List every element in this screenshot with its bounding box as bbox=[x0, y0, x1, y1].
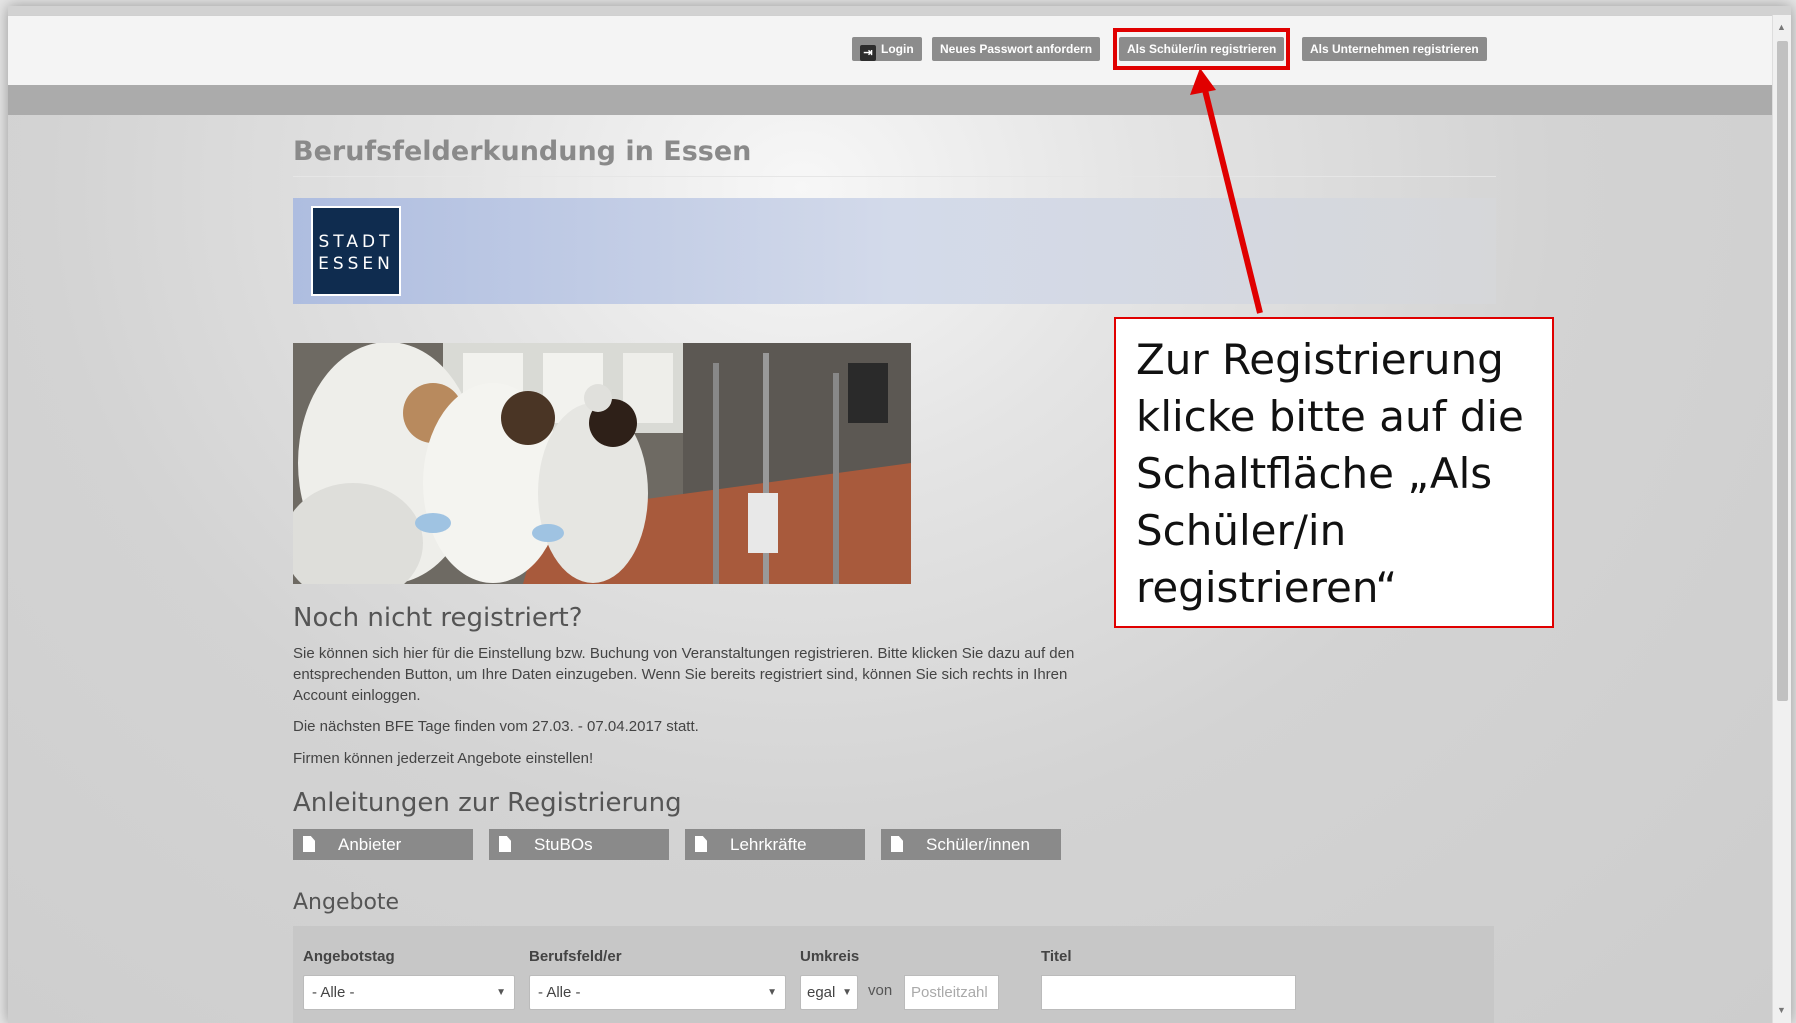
stadt-essen-logo: STADT ESSEN bbox=[311, 206, 401, 296]
document-icon bbox=[499, 836, 511, 852]
scroll-thumb[interactable] bbox=[1777, 41, 1788, 701]
logo-line1: STADT bbox=[318, 232, 394, 252]
register-student-highlight bbox=[1113, 28, 1290, 70]
scroll-up-icon[interactable]: ▲ bbox=[1777, 22, 1786, 32]
document-icon bbox=[303, 836, 315, 852]
scroll-down-icon[interactable]: ▼ bbox=[1777, 1005, 1786, 1015]
chevron-down-icon: ▼ bbox=[842, 987, 852, 998]
chevron-down-icon: ▼ bbox=[496, 987, 506, 998]
login-icon: ⇥ bbox=[860, 45, 876, 61]
login-button[interactable]: ⇥ Login bbox=[852, 37, 922, 61]
companies-note: Firmen können jederzeit Angebote einstel… bbox=[293, 750, 594, 767]
reset-password-button[interactable]: Neues Passwort anfordern bbox=[932, 37, 1101, 61]
lab-photo bbox=[293, 343, 911, 584]
radius-label: Umkreis bbox=[800, 948, 860, 965]
guide-lehrkraefte-button[interactable]: Lehrkräfte bbox=[685, 829, 865, 860]
register-company-label: Als Unternehmen registrieren bbox=[1310, 42, 1479, 56]
guide-label: Anbieter bbox=[338, 835, 402, 854]
offer-day-value: - Alle - bbox=[312, 984, 355, 1001]
von-label: von bbox=[868, 982, 893, 999]
guide-anbieter-button[interactable]: Anbieter bbox=[293, 829, 473, 860]
chevron-down-icon: ▼ bbox=[767, 987, 777, 998]
city-banner: STADT ESSEN bbox=[293, 198, 1496, 304]
postcode-input[interactable]: Postleitzahl bbox=[904, 975, 999, 1010]
job-field-value: - Alle - bbox=[538, 984, 581, 1001]
reset-password-label: Neues Passwort anfordern bbox=[940, 42, 1093, 56]
intro-paragraph: Sie können sich hier für die Einstellung… bbox=[293, 645, 1075, 704]
radius-value: egal bbox=[807, 984, 836, 1001]
guide-schueler-button[interactable]: Schüler/innen bbox=[881, 829, 1061, 860]
guide-label: Lehrkräfte bbox=[730, 835, 807, 854]
guide-label: StuBOs bbox=[534, 835, 593, 854]
page-title: Berufsfelderkundung in Essen bbox=[293, 136, 752, 167]
scrollbar[interactable]: ▲ ▼ bbox=[1772, 15, 1791, 1023]
guide-stubos-button[interactable]: StuBOs bbox=[489, 829, 669, 860]
title-input[interactable] bbox=[1041, 975, 1296, 1010]
nav-strip bbox=[8, 85, 1772, 115]
offer-day-label: Angebotstag bbox=[303, 948, 395, 965]
register-company-button[interactable]: Als Unternehmen registrieren bbox=[1302, 37, 1487, 61]
instruction-callout: Zur Registrierung klicke bitte auf die S… bbox=[1114, 317, 1554, 628]
job-field-select[interactable]: - Alle - ▼ bbox=[529, 975, 786, 1010]
job-field-label: Berufsfeld/er bbox=[529, 948, 622, 965]
not-registered-heading: Noch nicht registriert? bbox=[293, 603, 583, 633]
title-label: Titel bbox=[1041, 948, 1072, 965]
login-label: Login bbox=[881, 42, 914, 56]
document-icon bbox=[891, 836, 903, 852]
guide-label: Schüler/innen bbox=[926, 835, 1030, 854]
offer-day-select[interactable]: - Alle - ▼ bbox=[303, 975, 515, 1010]
logo-line2: ESSEN bbox=[318, 254, 394, 274]
title-divider bbox=[293, 176, 1496, 177]
document-icon bbox=[695, 836, 707, 852]
guides-heading: Anleitungen zur Registrierung bbox=[293, 788, 682, 818]
bfe-dates-text: Die nächsten BFE Tage finden vom 27.03. … bbox=[293, 718, 699, 735]
offers-heading: Angebote bbox=[293, 890, 400, 915]
radius-select[interactable]: egal ▼ bbox=[800, 975, 858, 1010]
